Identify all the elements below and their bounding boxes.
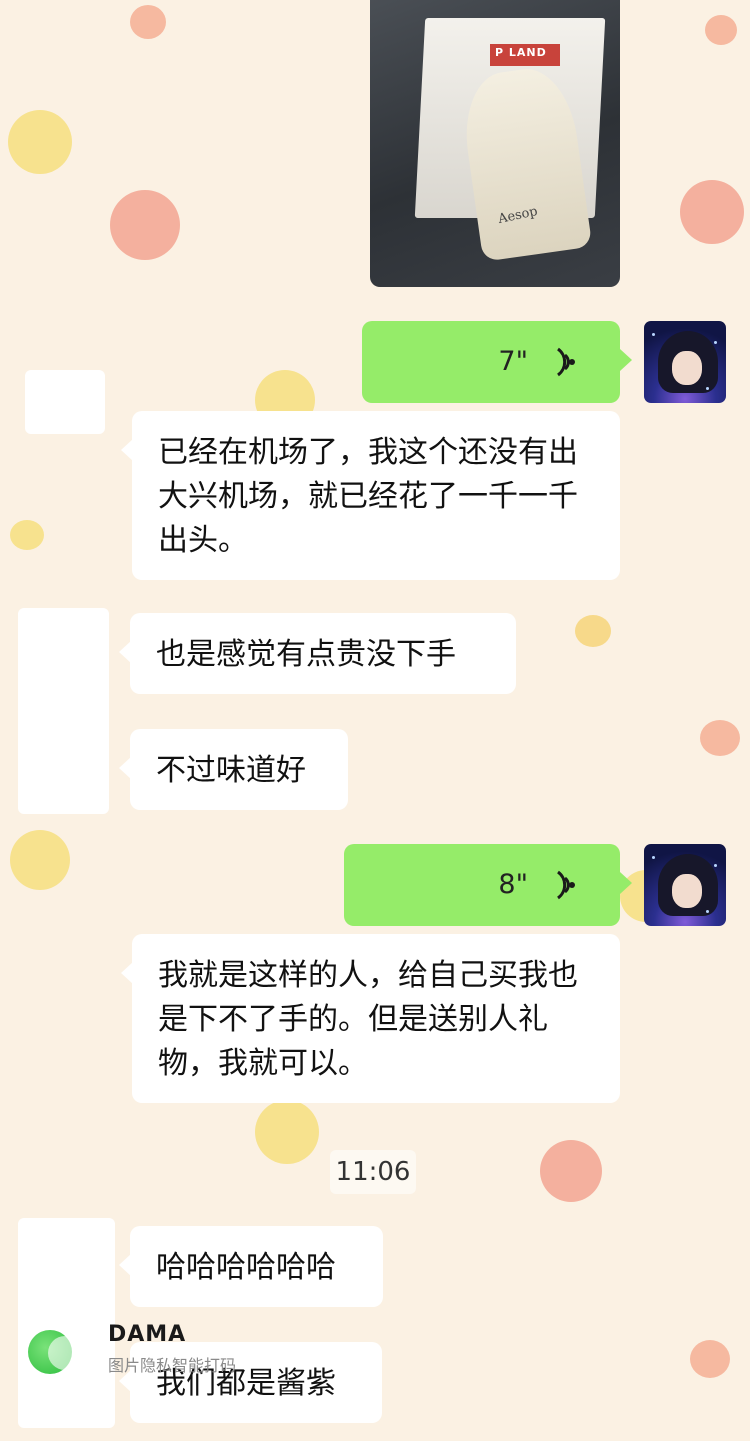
avatar-star xyxy=(714,864,717,867)
message-text: 不过味道好 xyxy=(156,753,306,788)
flower-decoration xyxy=(8,110,72,174)
avatar-star xyxy=(706,387,709,390)
flower-decoration xyxy=(540,1140,602,1202)
message-text: 我就是这样的人，给自己买我也是下不了手的。但是送别人礼物，我就可以。 xyxy=(158,958,578,1081)
petal-decoration xyxy=(575,615,611,647)
text-message-bubble[interactable]: 哈哈哈哈哈哈 xyxy=(119,1226,383,1307)
voice-message-bubble[interactable]: 7" xyxy=(362,321,632,403)
flower-decoration xyxy=(10,830,70,890)
avatar-star xyxy=(652,856,655,859)
avatar-star xyxy=(706,910,709,913)
message-text: 已经在机场了，我这个还没有出大兴机场，就已经花了一千一千出头。 xyxy=(158,435,578,558)
avatar-face-shape xyxy=(672,874,702,908)
petal-decoration xyxy=(705,15,737,45)
voice-duration: 8" xyxy=(498,869,528,900)
text-message-bubble[interactable]: 不过味道好 xyxy=(119,729,348,810)
avatar-star xyxy=(652,333,655,336)
voice-message-bubble[interactable]: 8" xyxy=(344,844,632,926)
message-text: 也是感觉有点贵没下手 xyxy=(156,637,456,672)
watermark-subtitle: 图片隐私智能打码 xyxy=(108,1356,237,1375)
text-message-bubble[interactable]: 已经在机场了，我这个还没有出大兴机场，就已经花了一千一千出头。 xyxy=(121,411,620,580)
image-message-shopping-bags[interactable]: P LAND Aesop xyxy=(370,0,620,287)
dama-logo-icon xyxy=(28,1330,82,1374)
voice-duration: 7" xyxy=(498,346,528,377)
flower-decoration xyxy=(680,180,744,244)
petal-decoration xyxy=(690,1340,730,1378)
message-text: 哈哈哈哈哈哈 xyxy=(156,1250,336,1285)
my-avatar[interactable] xyxy=(644,321,726,403)
flower-decoration xyxy=(255,1100,319,1164)
petal-decoration xyxy=(130,5,166,39)
contact-avatar[interactable] xyxy=(18,608,109,814)
flower-decoration xyxy=(110,190,180,260)
contact-avatar[interactable] xyxy=(25,370,105,434)
message-timestamp: 11:06 xyxy=(330,1150,416,1194)
avatar-face-shape xyxy=(672,351,702,385)
avatar-star xyxy=(714,341,717,344)
my-avatar[interactable] xyxy=(644,844,726,926)
petal-decoration xyxy=(700,720,740,756)
voice-wave-icon xyxy=(557,870,575,900)
bag-label-text: P LAND xyxy=(495,46,547,59)
text-message-bubble[interactable]: 我就是这样的人，给自己买我也是下不了手的。但是送别人礼物，我就可以。 xyxy=(121,934,620,1103)
petal-decoration xyxy=(10,520,44,550)
voice-wave-icon xyxy=(557,347,575,377)
text-message-bubble[interactable]: 也是感觉有点贵没下手 xyxy=(119,613,516,694)
privacy-watermark: DAMA 图片隐私智能打码 xyxy=(28,1322,288,1382)
watermark-title: DAMA xyxy=(108,1322,187,1347)
